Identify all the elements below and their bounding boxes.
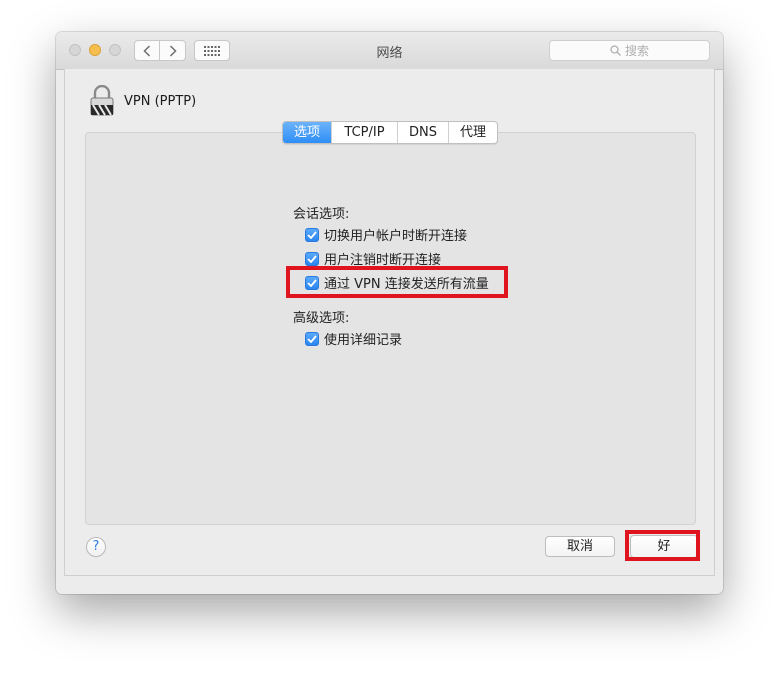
cancel-button[interactable]: 取消 — [545, 536, 615, 557]
search-field[interactable]: 搜索 — [549, 40, 710, 61]
tab-proxy[interactable]: 代理 — [448, 122, 497, 143]
checkbox-disconnect-on-switch-user[interactable]: 切换用户帐户时断开连接 — [305, 225, 467, 244]
tab-bar: 选项 TCP/IP DNS 代理 — [282, 121, 498, 144]
vpn-lock-icon — [89, 84, 115, 121]
search-icon — [610, 45, 621, 56]
session-options-label: 会话选项: — [293, 207, 350, 222]
checkbox-checked-icon[interactable] — [305, 227, 319, 242]
highlight-box-send-all-traffic — [286, 266, 508, 298]
vpn-settings-sheet: VPN (PPTP) 选项 TCP/IP DNS 代理 会话选项: 切换用户帐户… — [64, 69, 715, 576]
highlight-box-ok — [625, 530, 700, 561]
checkbox-checked-icon[interactable] — [305, 251, 319, 266]
search-placeholder: 搜索 — [624, 44, 649, 58]
network-window: 网络 搜索 VPN (PPTP) 选项 TCP/IP DNS 代理 会话选项: … — [56, 32, 723, 594]
tab-dns[interactable]: DNS — [397, 122, 448, 143]
checkbox-checked-icon[interactable] — [305, 331, 319, 346]
help-button[interactable]: ? — [86, 537, 106, 557]
advanced-options-label: 高级选项: — [293, 311, 350, 326]
checkbox-label: 使用详细记录 — [324, 333, 403, 348]
checkbox-label: 切换用户帐户时断开连接 — [324, 229, 468, 244]
service-title: VPN (PPTP) — [124, 94, 197, 109]
tab-options[interactable]: 选项 — [283, 122, 331, 143]
checkbox-verbose-logging[interactable]: 使用详细记录 — [305, 329, 402, 348]
title-bar: 网络 搜索 — [56, 32, 723, 70]
tab-tcpip[interactable]: TCP/IP — [331, 122, 397, 143]
